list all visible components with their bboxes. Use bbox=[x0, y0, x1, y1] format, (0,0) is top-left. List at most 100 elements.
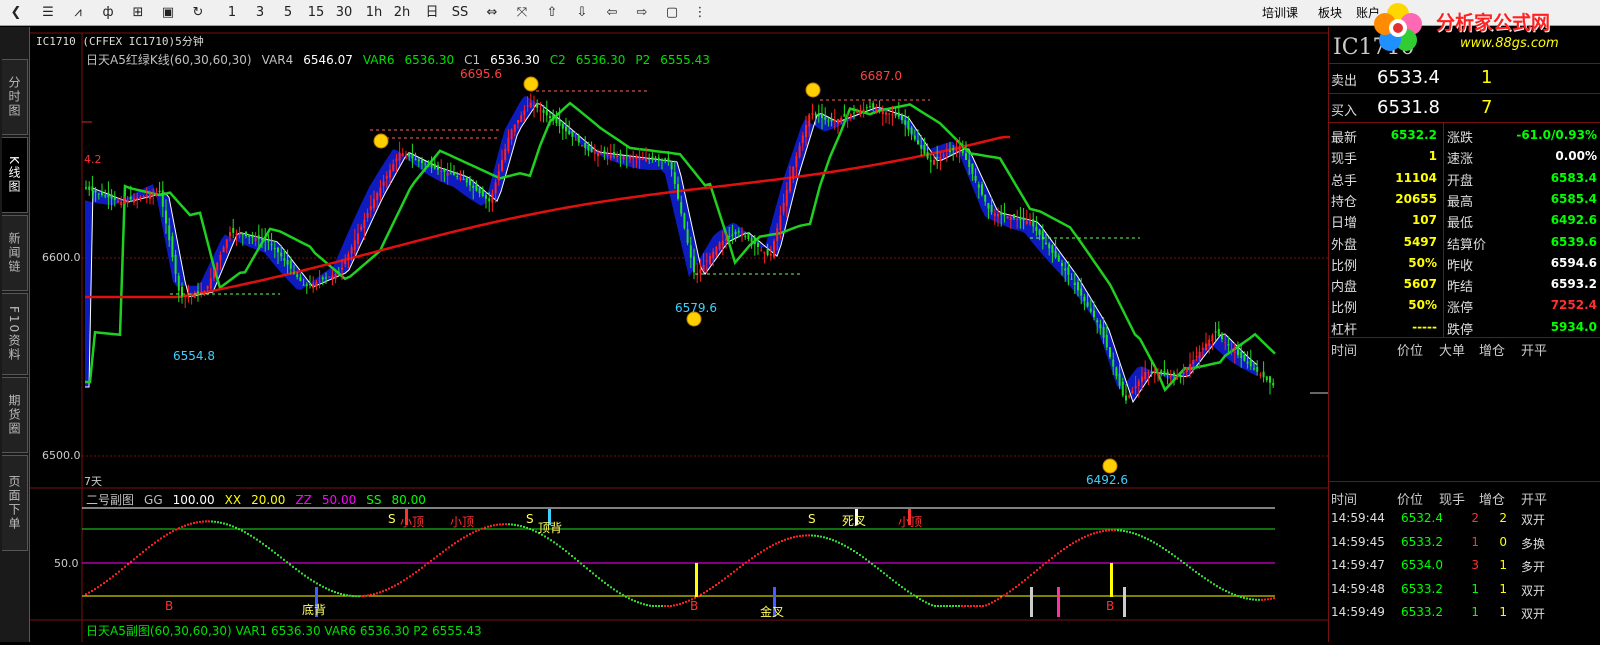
oscillator-dot bbox=[163, 535, 165, 538]
oscillator-dot bbox=[895, 581, 897, 584]
tf-1[interactable]: 1 bbox=[222, 3, 242, 23]
oscillator-dot bbox=[265, 544, 267, 547]
oscillator-dot bbox=[649, 604, 651, 607]
menu-training[interactable]: 培训课 bbox=[1262, 3, 1298, 23]
oscillator-dot bbox=[604, 581, 606, 584]
oscillator-dot bbox=[616, 590, 618, 593]
candle-body bbox=[488, 198, 491, 202]
candle-icon[interactable]: ф bbox=[98, 3, 118, 23]
tf-5[interactable]: 5 bbox=[278, 3, 298, 23]
oscillator-dot bbox=[919, 598, 921, 601]
tab-news[interactable]: 新闻链 bbox=[2, 215, 28, 291]
oscillator-dot bbox=[286, 561, 288, 564]
candle-body bbox=[171, 236, 174, 258]
tab-futures-circle[interactable]: 期货圈 bbox=[2, 377, 28, 453]
quote-value: 7252.4 bbox=[1550, 298, 1597, 313]
right-arrow-icon[interactable]: ⇨ bbox=[632, 3, 652, 23]
sub-legend: 二号副图 GG 100.00 XX 20.00 ZZ 50.00 SS 80.00 bbox=[86, 491, 436, 508]
oscillator-dot bbox=[1162, 547, 1164, 550]
candle-body bbox=[1153, 373, 1156, 375]
oscillator-dot bbox=[709, 588, 711, 591]
tick-volume: 1 bbox=[1471, 534, 1479, 549]
oscillator-dot bbox=[193, 521, 195, 524]
oscillator-dot bbox=[871, 562, 873, 565]
candle-body bbox=[414, 159, 417, 161]
tf-3[interactable]: 3 bbox=[250, 3, 270, 23]
window-icon[interactable]: ▢ bbox=[662, 3, 682, 23]
kline-svg[interactable] bbox=[30, 27, 1328, 642]
grid-icon[interactable]: ⊞ bbox=[128, 3, 148, 23]
tick-type: 多开 bbox=[1521, 560, 1546, 574]
candle-body bbox=[1022, 217, 1025, 221]
candle-body bbox=[126, 200, 129, 204]
quote-value: ----- bbox=[1412, 319, 1437, 334]
oscillator-dot bbox=[346, 594, 348, 597]
line-chart-icon[interactable]: ⩘ bbox=[68, 3, 88, 23]
tf-30[interactable]: 30 bbox=[334, 3, 354, 23]
sub-mark-8: 小顶 bbox=[898, 515, 923, 529]
candle-body bbox=[312, 283, 315, 289]
collapse-icon[interactable]: ⤧ bbox=[512, 3, 532, 23]
y-label-6500: 6500.0 bbox=[42, 449, 81, 462]
tf-day[interactable]: 日 bbox=[422, 3, 442, 23]
sub-mark-9: B bbox=[165, 599, 174, 613]
oscillator-dot bbox=[493, 524, 495, 527]
oscillator-dot bbox=[781, 539, 783, 542]
quote-row: 总手 11104 开盘 6583.4 bbox=[1329, 168, 1600, 190]
candle-body bbox=[705, 260, 708, 262]
candle-body bbox=[1086, 302, 1089, 307]
oscillator-dot bbox=[502, 523, 504, 526]
column-header: 开平 bbox=[1521, 344, 1548, 359]
oscillator-dot bbox=[967, 605, 969, 607]
tf-ss[interactable]: SS bbox=[450, 3, 470, 23]
candle-body bbox=[1249, 359, 1252, 367]
kline-chart-area[interactable]: IC1710 (CFFEX IC1710)5分钟 日天A5红绿K线(60,30,… bbox=[30, 27, 1328, 642]
tab-order[interactable]: 页面下单 bbox=[2, 455, 28, 551]
more-icon[interactable]: ⋮ bbox=[690, 3, 710, 23]
oscillator-dot bbox=[214, 520, 216, 523]
left-arrow-icon[interactable]: ⇦ bbox=[602, 3, 622, 23]
oscillator-dot bbox=[1018, 583, 1020, 586]
down-arrow-icon[interactable]: ⇩ bbox=[572, 3, 592, 23]
expand-icon[interactable]: ⇔ bbox=[482, 3, 502, 23]
candle-body bbox=[174, 254, 177, 274]
candle-body bbox=[539, 110, 542, 112]
candle-body bbox=[149, 194, 151, 199]
back-icon[interactable]: ❮ bbox=[6, 3, 26, 23]
candle-body bbox=[1265, 376, 1268, 380]
tick-time: 14:59:44 bbox=[1331, 511, 1385, 525]
candle-body bbox=[433, 163, 436, 169]
oscillator-dot bbox=[472, 531, 474, 534]
candle-body bbox=[760, 249, 763, 251]
tf-2h[interactable]: 2h bbox=[392, 3, 412, 23]
tab-timeshare[interactable]: 分时图 bbox=[2, 59, 28, 135]
candle-body bbox=[1176, 376, 1179, 380]
tf-1h[interactable]: 1h bbox=[364, 3, 384, 23]
candle-body bbox=[865, 107, 868, 109]
quote-label: 最新 bbox=[1331, 131, 1358, 146]
candle-body bbox=[798, 145, 801, 157]
oscillator-dot bbox=[448, 546, 450, 549]
list-icon[interactable]: ☰ bbox=[38, 3, 58, 23]
candle-body bbox=[872, 103, 875, 109]
candle-body bbox=[680, 202, 683, 214]
main-legend-item-1: VAR4 bbox=[261, 53, 294, 67]
tab-kline[interactable]: K线图 bbox=[2, 137, 28, 213]
candle-body bbox=[1224, 342, 1227, 344]
refresh-icon[interactable]: ↻ bbox=[188, 3, 208, 23]
oscillator-dot bbox=[274, 551, 276, 554]
tick-time: 14:59:48 bbox=[1331, 581, 1385, 596]
candle-body bbox=[558, 119, 561, 126]
candle-body bbox=[632, 157, 635, 159]
candle-body bbox=[859, 110, 862, 114]
tab-f10[interactable]: F10资料 bbox=[2, 293, 28, 375]
oscillator-dot bbox=[757, 553, 759, 556]
tf-15[interactable]: 15 bbox=[306, 3, 326, 23]
candle-body bbox=[1208, 339, 1211, 346]
oscillator-dot bbox=[310, 578, 312, 581]
candle-body bbox=[401, 153, 404, 156]
save-icon[interactable]: ▣ bbox=[158, 3, 178, 23]
oscillator-dot bbox=[658, 605, 660, 607]
menu-sector[interactable]: 板块 bbox=[1318, 3, 1342, 23]
up-arrow-icon[interactable]: ⇧ bbox=[542, 3, 562, 23]
